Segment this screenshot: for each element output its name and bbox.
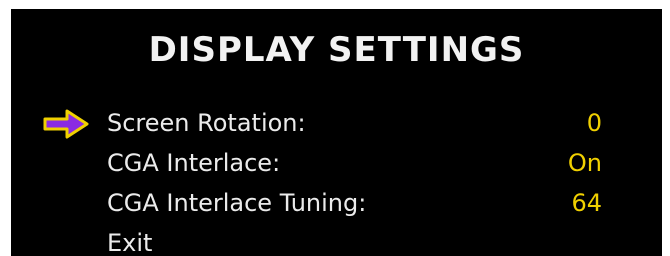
menu-item-label: CGA Interlace Tuning: (107, 189, 367, 217)
menu-item-label: Exit (107, 229, 153, 256)
page: DISPLAY SETTINGS Screen Rotation: 0 CGA … (0, 0, 670, 256)
page-title: DISPLAY SETTINGS (148, 30, 525, 70)
arrow-right-icon (43, 109, 89, 139)
menu-item-value: 64 (571, 189, 602, 217)
menu-item-value: On (567, 149, 602, 177)
settings-screen: DISPLAY SETTINGS Screen Rotation: 0 CGA … (11, 9, 662, 256)
menu-item-screen-rotation[interactable]: Screen Rotation: 0 (11, 103, 662, 143)
menu-item-label: Screen Rotation: (107, 109, 306, 137)
menu-item-cga-interlace-tuning[interactable]: CGA Interlace Tuning: 64 (11, 183, 662, 223)
menu-item-value: 0 (586, 109, 602, 137)
menu-item-cga-interlace[interactable]: CGA Interlace: On (11, 143, 662, 183)
settings-menu: Screen Rotation: 0 CGA Interlace: On CGA… (11, 103, 662, 256)
menu-item-exit[interactable]: Exit (11, 223, 662, 256)
menu-item-label: CGA Interlace: (107, 149, 281, 177)
